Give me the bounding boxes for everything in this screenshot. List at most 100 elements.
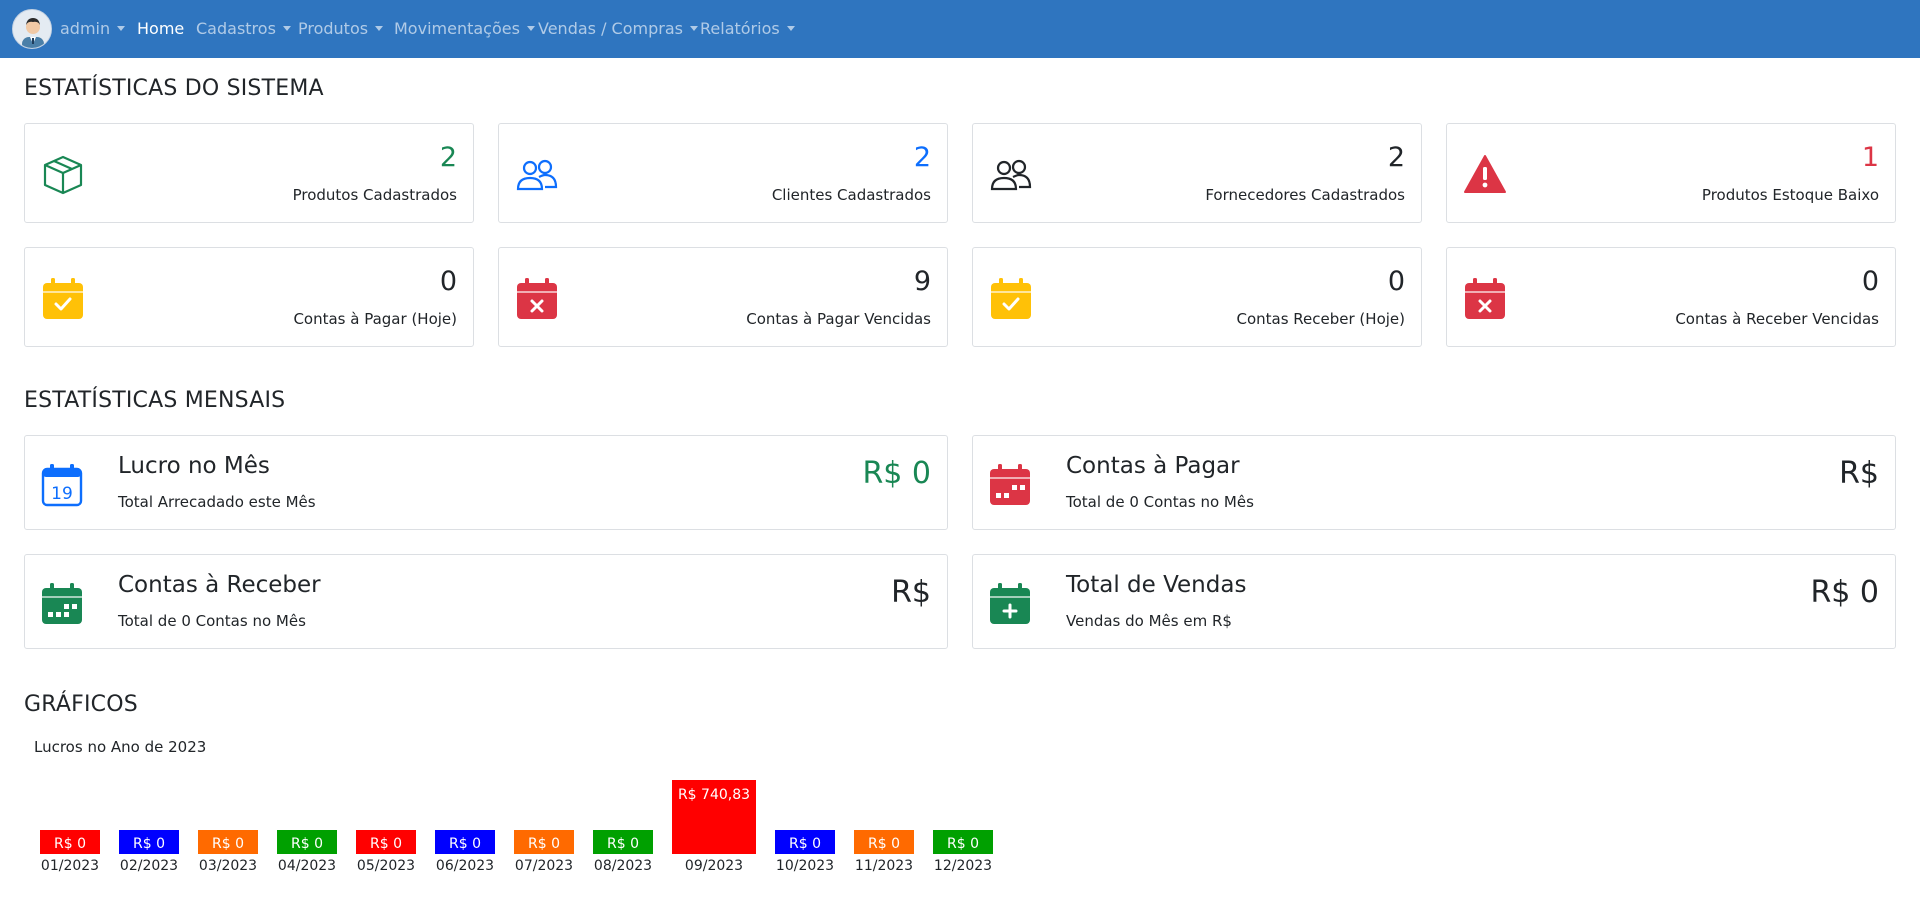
nav-item-produtos[interactable]: Produtos	[298, 0, 384, 58]
stat-label: Contas à Pagar (Hoje)	[293, 310, 457, 328]
chevron-down-icon	[689, 26, 698, 31]
chart-tick-label: 03/2023	[199, 858, 257, 874]
chart-data-label: R$ 0	[607, 836, 639, 852]
chart-tick-label: 05/2023	[357, 858, 415, 874]
calendar-x-icon	[1463, 277, 1507, 321]
calendar-19-icon: 19	[40, 463, 84, 507]
stat-value: 0	[1387, 266, 1405, 297]
stat-label: Contas à Receber Vencidas	[1675, 310, 1879, 328]
stat-label: Clientes Cadastrados	[771, 186, 931, 204]
stat-value: 1	[1861, 142, 1879, 173]
stat-value: 0	[439, 266, 457, 297]
nav-item-label: Relatórios	[700, 19, 780, 38]
chart-data-label: R$ 0	[947, 836, 979, 852]
stat-label: Produtos Cadastrados	[292, 186, 457, 204]
calendar-red-icon	[988, 463, 1032, 507]
chart-tick-label: 06/2023	[436, 858, 494, 874]
stat-card: 0 Contas à Pagar (Hoje)	[24, 247, 474, 347]
calendar-x-icon	[515, 277, 559, 321]
chart-tick-label: 10/2023	[776, 858, 834, 874]
nav-item-label: Cadastros	[196, 19, 276, 38]
monthly-card: Total de Vendas Vendas do Mês em R$ R$ 0	[972, 554, 1896, 649]
nav-item-label: Produtos	[298, 19, 369, 38]
nav-item-home[interactable]: Home	[137, 0, 184, 58]
chart-data-label: R$ 0	[449, 836, 481, 852]
chart-data-label: R$ 740,83	[678, 787, 750, 803]
stat-card: 0 Contas à Receber Vencidas	[1446, 247, 1896, 347]
chart-tick-label: 02/2023	[120, 858, 178, 874]
monthly-value: R$ 0	[1810, 575, 1879, 610]
chart-tick-label: 01/2023	[41, 858, 99, 874]
monthly-title: Contas à Receber	[118, 572, 321, 598]
profit-bar-chart: R$ 0 01/2023 R$ 0 02/2023 R$ 0 03/2023 R$ 0 04/…	[40, 780, 993, 874]
chevron-down-icon	[786, 26, 795, 31]
monthly-value: R$ 0	[862, 456, 931, 491]
person-icon	[13, 10, 51, 48]
monthly-title: Lucro no Mês	[118, 453, 270, 479]
stat-card: 9 Contas à Pagar Vencidas	[498, 247, 948, 347]
chart-tick-label: 11/2023	[855, 858, 913, 874]
chart-tick-label: 09/2023	[685, 858, 743, 874]
user-name: admin	[60, 19, 111, 38]
chart-tick-label: 07/2023	[515, 858, 573, 874]
stat-value: 2	[913, 142, 931, 173]
chevron-down-icon	[282, 26, 291, 31]
navbar: admin Home Cadastros Produtos Movimentações…	[0, 0, 1920, 58]
stat-card: 2 Clientes Cadastrados	[498, 123, 948, 223]
monthly-subtitle: Total de 0 Contas no Mês	[118, 612, 306, 630]
stat-card: 0 Contas Receber (Hoje)	[972, 247, 1422, 347]
nav-item-movimenta-es[interactable]: Movimentações	[394, 0, 535, 58]
stat-card: 2 Produtos Cadastrados	[24, 123, 474, 223]
chart-data-label: R$ 0	[528, 836, 560, 852]
monthly-card: 19 Lucro no Mês Total Arrecadado este Mês R…	[24, 435, 948, 530]
monthly-subtitle: Total de 0 Contas no Mês	[1066, 493, 1254, 511]
user-menu[interactable]: admin	[60, 0, 126, 58]
chart-tick-label: 12/2023	[934, 858, 992, 874]
stats-section-title: ESTATÍSTICAS DO SISTEMA	[24, 76, 324, 101]
people-icon	[989, 153, 1033, 197]
stat-label: Contas à Pagar Vencidas	[746, 310, 931, 328]
nav-item-label: Home	[137, 19, 185, 38]
warning-icon	[1463, 153, 1507, 197]
stat-value: 9	[913, 266, 931, 297]
calendar-plus-icon	[988, 582, 1032, 626]
stat-label: Produtos Estoque Baixo	[1701, 186, 1879, 204]
chart-tick-label: 04/2023	[278, 858, 336, 874]
monthly-card: Contas à Pagar Total de 0 Contas no Mês R$	[972, 435, 1896, 530]
monthly-value: R$	[1839, 456, 1879, 491]
chart-data-label: R$ 0	[789, 836, 821, 852]
stat-value: 0	[1861, 266, 1879, 297]
chart-data-label: R$ 0	[868, 836, 900, 852]
stat-value: 2	[439, 142, 457, 173]
monthly-section-title: ESTATÍSTICAS MENSAIS	[24, 388, 286, 413]
monthly-card: Contas à Receber Total de 0 Contas no Mês…	[24, 554, 948, 649]
stat-card: 2 Fornecedores Cadastrados	[972, 123, 1422, 223]
nav-item-cadastros[interactable]: Cadastros	[196, 0, 291, 58]
calendar-check-icon	[41, 277, 85, 321]
chart-data-label: R$ 0	[133, 836, 165, 852]
nav-item-relat-rios[interactable]: Relatórios	[700, 0, 795, 58]
nav-item-label: Movimentações	[394, 19, 520, 38]
stat-value: 2	[1387, 142, 1405, 173]
calendar-check-icon	[989, 277, 1033, 321]
monthly-title: Total de Vendas	[1066, 572, 1247, 598]
charts-section-title: GRÁFICOS	[24, 692, 138, 717]
chart-title: Lucros no Ano de 2023	[34, 738, 207, 756]
people-icon	[515, 153, 559, 197]
monthly-subtitle: Total Arrecadado este Mês	[118, 493, 316, 511]
user-avatar[interactable]	[12, 9, 52, 49]
nav-item-label: Vendas / Compras	[538, 19, 683, 38]
chevron-down-icon	[375, 26, 384, 31]
chevron-down-icon	[526, 26, 535, 31]
stat-label: Contas Receber (Hoje)	[1236, 310, 1405, 328]
chart-data-label: R$ 0	[291, 836, 323, 852]
svg-text:19: 19	[51, 484, 73, 504]
chart-tick-label: 08/2023	[594, 858, 652, 874]
nav-item-vendas-compras[interactable]: Vendas / Compras	[538, 0, 698, 58]
chart-data-label: R$ 0	[370, 836, 402, 852]
chart-data-label: R$ 0	[212, 836, 244, 852]
stat-card: 1 Produtos Estoque Baixo	[1446, 123, 1896, 223]
chevron-down-icon	[117, 26, 126, 31]
monthly-title: Contas à Pagar	[1066, 453, 1240, 479]
calendar-green-icon	[40, 582, 84, 626]
